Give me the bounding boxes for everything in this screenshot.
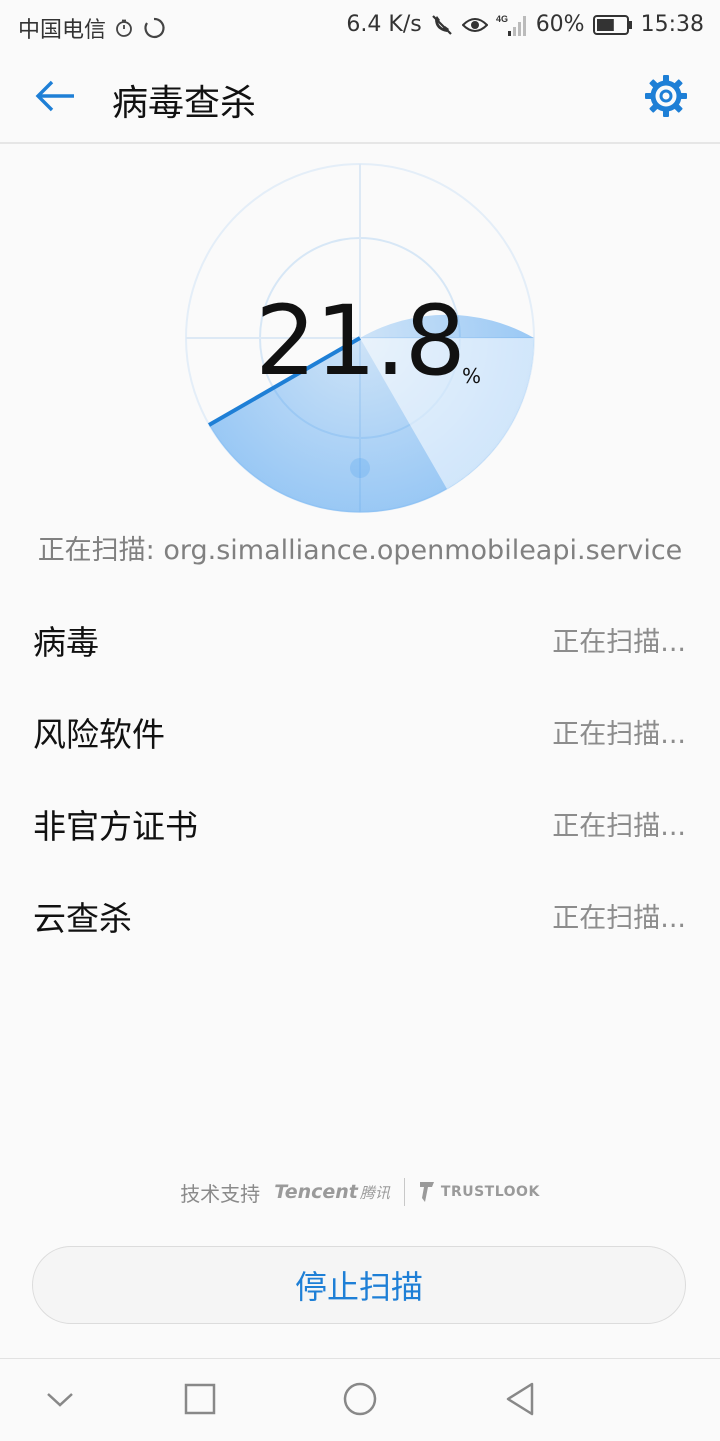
progress-unit: % <box>462 364 482 388</box>
square-recents-icon <box>184 1383 216 1419</box>
page-title: 病毒查杀 <box>112 83 257 124</box>
scan-item-status: 正在扫描... <box>552 719 686 750</box>
circle-home-icon <box>342 1381 378 1421</box>
arrow-left-icon <box>30 80 80 122</box>
tech-support-credit: 技术支持 Tencent 腾讯 TRUSTLOOK <box>0 1175 720 1209</box>
list-item: 云查杀 正在扫描... <box>0 864 720 956</box>
battery-icon <box>592 14 633 36</box>
nav-recents-button[interactable] <box>178 1379 222 1423</box>
nav-home-button[interactable] <box>338 1379 382 1423</box>
scan-list: 病毒 正在扫描... 风险软件 正在扫描... 非官方证书 正在扫描... 云查… <box>0 588 720 956</box>
svg-text:4G: 4G <box>496 14 508 24</box>
scan-item-name: 病毒 <box>33 623 99 662</box>
no-call-icon <box>430 13 454 37</box>
status-bar: 中国电信 6.4 K/s 4G 60% 15:38 <box>0 0 720 50</box>
scan-item-status: 正在扫描... <box>552 627 686 658</box>
clock: 15:38 <box>640 12 704 37</box>
signal-4g-icon: 4G <box>496 13 528 37</box>
nav-back-button[interactable] <box>498 1379 542 1423</box>
navigation-bar <box>0 1358 720 1441</box>
eye-comfort-icon <box>461 15 488 35</box>
list-item: 风险软件 正在扫描... <box>0 680 720 772</box>
tencent-logo: Tencent 腾讯 <box>274 1181 390 1203</box>
scan-item-name: 云查杀 <box>33 899 132 938</box>
credit-divider <box>403 1178 405 1206</box>
list-item: 病毒 正在扫描... <box>0 588 720 680</box>
list-item: 非官方证书 正在扫描... <box>0 772 720 864</box>
scan-item-name: 风险软件 <box>33 715 165 754</box>
battery-percent: 60% <box>535 12 585 37</box>
net-speed: 6.4 K/s <box>346 12 422 37</box>
scan-item-name: 非官方证书 <box>33 807 198 846</box>
timer-icon <box>114 18 134 38</box>
current-scan-target: 正在扫描: org.simalliance.openmobileapi.serv… <box>37 535 683 566</box>
stop-scan-button[interactable]: 停止扫描 <box>32 1246 686 1324</box>
trustlook-logo: TRUSTLOOK <box>419 1180 540 1204</box>
settings-button[interactable] <box>642 72 690 120</box>
sync-icon <box>142 16 166 40</box>
credit-label: 技术支持 <box>180 1181 261 1206</box>
carrier-name: 中国电信 <box>18 18 107 43</box>
scan-item-status: 正在扫描... <box>552 903 686 934</box>
gear-icon <box>642 75 690 124</box>
scan-item-status: 正在扫描... <box>552 811 686 842</box>
back-button[interactable] <box>30 74 80 118</box>
app-bar: 病毒查杀 <box>0 50 720 144</box>
chevron-down-icon <box>45 1389 75 1413</box>
nav-hide-button[interactable] <box>38 1379 82 1423</box>
triangle-back-icon <box>504 1381 536 1421</box>
